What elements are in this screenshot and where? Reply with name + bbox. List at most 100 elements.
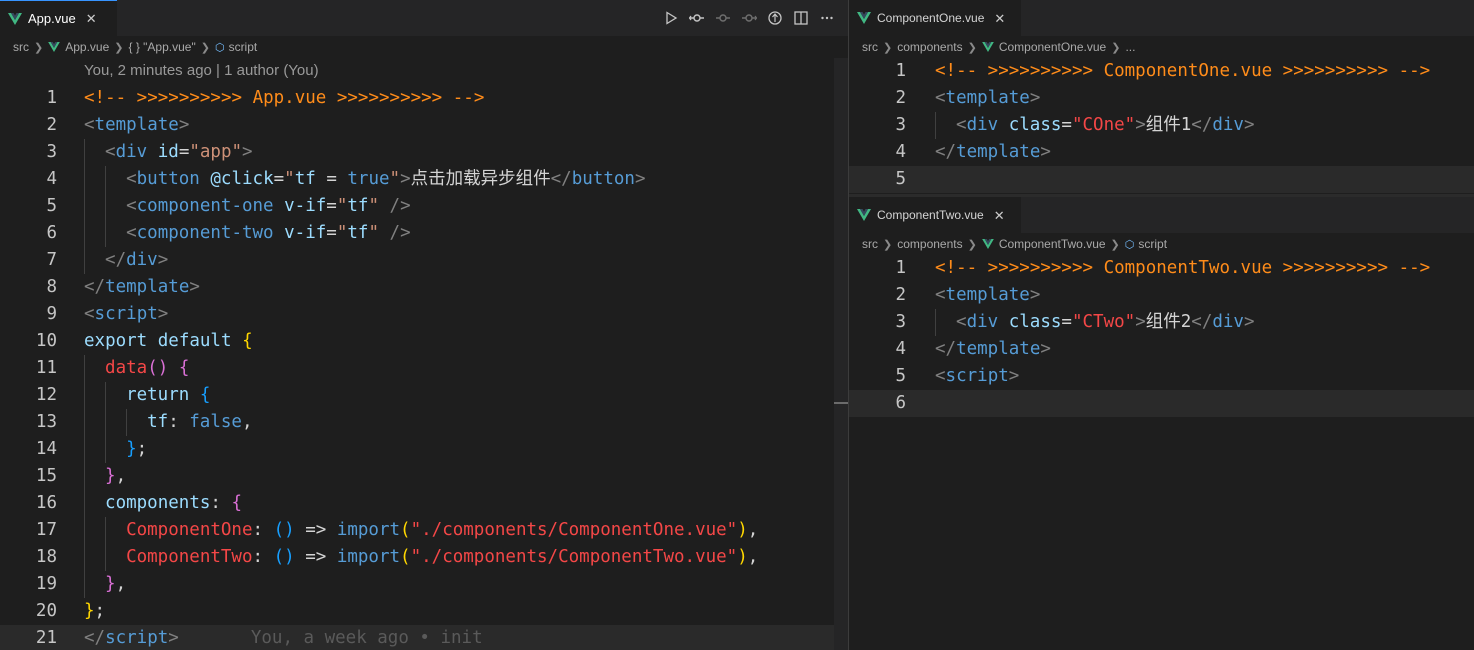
code-token: > <box>1135 312 1146 332</box>
line-number: 13 <box>35 412 57 432</box>
next-change-icon[interactable] <box>736 7 762 29</box>
editor-actions <box>658 0 840 36</box>
code-line[interactable]: 2 <template> <box>849 282 1474 309</box>
breadcrumb-item[interactable]: ... <box>1125 40 1135 54</box>
line-number: 4 <box>895 339 906 359</box>
code-line[interactable]: 20}; <box>0 598 848 625</box>
split-editor-icon[interactable] <box>788 7 814 29</box>
code-line[interactable]: 1 <!-- >>>>>>>>>> App.vue >>>>>>>>>> --> <box>0 85 848 112</box>
code-text: components: { <box>105 490 242 517</box>
indent-guide <box>105 517 107 544</box>
code-line[interactable]: 2 <template> <box>849 85 1474 112</box>
code-line[interactable]: 12 return { <box>0 382 848 409</box>
code-token: < <box>935 285 946 305</box>
code-line[interactable]: 5 <script> <box>849 363 1474 390</box>
code-line[interactable]: 17 ComponentOne: () => import("./componen… <box>0 517 848 544</box>
breadcrumb-item[interactable]: components <box>897 237 962 251</box>
code-token: > <box>242 142 253 162</box>
open-changes-icon[interactable] <box>762 7 788 29</box>
chevron-right-icon: ❯ <box>1111 41 1121 54</box>
code-line[interactable]: 6 <box>849 390 1474 417</box>
more-actions-icon[interactable] <box>814 7 840 29</box>
code-line[interactable]: 5 <component-one v-if="tf" /> <box>0 193 848 220</box>
code-line[interactable]: 1 <!-- >>>>>>>>>> ComponentOne.vue >>>>>>… <box>849 58 1474 85</box>
indent-guide <box>935 309 936 336</box>
close-icon[interactable]: ✕ <box>994 12 1005 25</box>
source-control-icon[interactable] <box>684 7 710 29</box>
previous-change-icon[interactable] <box>710 7 736 29</box>
code-line[interactable]: 5 <box>849 166 1474 193</box>
vertical-scrollbar[interactable] <box>834 58 848 650</box>
tab-component-one[interactable]: ComponentOne.vue ✕ <box>849 0 1021 36</box>
codelens-blame[interactable]: You, 2 minutes ago | 1 author (You) <box>84 62 319 79</box>
code-token: button <box>136 169 200 189</box>
code-token: script <box>945 366 1009 386</box>
breadcrumb-item[interactable]: components <box>897 40 962 54</box>
indent-guide <box>84 490 85 517</box>
breadcrumb-item[interactable]: { } "App.vue" <box>128 40 195 54</box>
code-line[interactable]: 3 <div class="COne">组件1</div> <box>849 112 1474 139</box>
inline-blame: You, a week ago • init <box>250 628 483 648</box>
code-line[interactable]: 3 <div class="CTwo">组件2</div> <box>849 309 1474 336</box>
breadcrumb-item[interactable]: src <box>862 40 878 54</box>
code-token: " <box>389 169 401 189</box>
tab-component-two[interactable]: ComponentTwo.vue ✕ <box>849 197 1021 233</box>
code-token: ( <box>400 520 411 540</box>
indent-guide <box>935 112 936 139</box>
run-icon[interactable] <box>658 7 684 29</box>
code-line[interactable]: 4 </template> <box>849 336 1474 363</box>
code-token: " <box>284 169 295 189</box>
code-line[interactable]: 2 <template> <box>0 112 848 139</box>
code-token: components <box>105 493 211 513</box>
code-line[interactable]: 18 ComponentTwo: () => import("./componen… <box>0 544 848 571</box>
vue-file-icon <box>857 12 871 24</box>
code-line[interactable]: 4 <button @click="tf = true">点击加载异步组件</bu… <box>0 166 848 193</box>
code-line[interactable]: 1 <!-- >>>>>>>>>> ComponentTwo.vue >>>>>>… <box>849 255 1474 282</box>
line-number: 7 <box>46 250 57 270</box>
breadcrumb-item[interactable]: ComponentOne.vue <box>999 40 1106 54</box>
code-token: template <box>105 277 190 297</box>
code-line[interactable]: 16 components: { <box>0 490 848 517</box>
code-line[interactable]: 15}, <box>0 463 848 490</box>
line-number: 21 <box>35 628 57 648</box>
code-text: ComponentOne: () => import("./components… <box>126 517 758 544</box>
code-line[interactable]: 8 </template> <box>0 274 848 301</box>
cube-icon: ⬡ <box>1124 238 1135 251</box>
breadcrumb-item[interactable]: script <box>229 40 258 54</box>
code-line[interactable]: 9 <script> <box>0 301 848 328</box>
breadcrumb-item[interactable]: App.vue <box>65 40 109 54</box>
code-token: </ <box>550 169 572 189</box>
code-text: }; <box>126 436 147 463</box>
line-number: 2 <box>46 115 57 135</box>
close-icon[interactable]: ✕ <box>86 12 97 25</box>
line-number: 3 <box>895 312 906 332</box>
tab-app-vue[interactable]: App.vue ✕ <box>0 0 117 36</box>
breadcrumb-item[interactable]: src <box>13 40 29 54</box>
breadcrumb-item[interactable]: ComponentTwo.vue <box>999 237 1106 251</box>
code-line[interactable]: 21 </script> You, a week ago • init <box>0 625 848 650</box>
code-token: true <box>347 169 390 189</box>
code-line[interactable]: 11 data() { <box>0 355 848 382</box>
code-token: @click <box>210 169 274 189</box>
breadcrumb-item[interactable]: src <box>862 237 878 251</box>
code-token: > <box>1040 142 1051 162</box>
code-token: return <box>126 385 190 405</box>
code-line[interactable]: 10 export default { <box>0 328 848 355</box>
indent-guide <box>105 436 107 463</box>
code-line[interactable]: 6 <component-two v-if="tf" /> <box>0 220 848 247</box>
editor-group-left: App.vue ✕ src ❯ App.vue ❯ {} "App.vue" … <box>0 0 848 650</box>
code-token: < <box>105 142 116 162</box>
breadcrumb-item[interactable]: script <box>1138 237 1167 251</box>
code-token: () <box>147 358 169 378</box>
code-text: <!-- >>>>>>>>>> ComponentOne.vue >>>>>>>… <box>935 58 1430 85</box>
code-token: > <box>178 115 190 135</box>
indent-guide <box>105 382 107 409</box>
code-line[interactable]: 7 </div> <box>0 247 848 274</box>
code-line[interactable]: 3 <div id="app"> <box>0 139 848 166</box>
code-line[interactable]: 14}; <box>0 436 848 463</box>
close-icon[interactable]: ✕ <box>994 209 1005 222</box>
code-line[interactable]: 19}, <box>0 571 848 598</box>
code-token: = <box>178 142 190 162</box>
code-line[interactable]: 13 tf: false, <box>0 409 848 436</box>
code-line[interactable]: 4 </template> <box>849 139 1474 166</box>
